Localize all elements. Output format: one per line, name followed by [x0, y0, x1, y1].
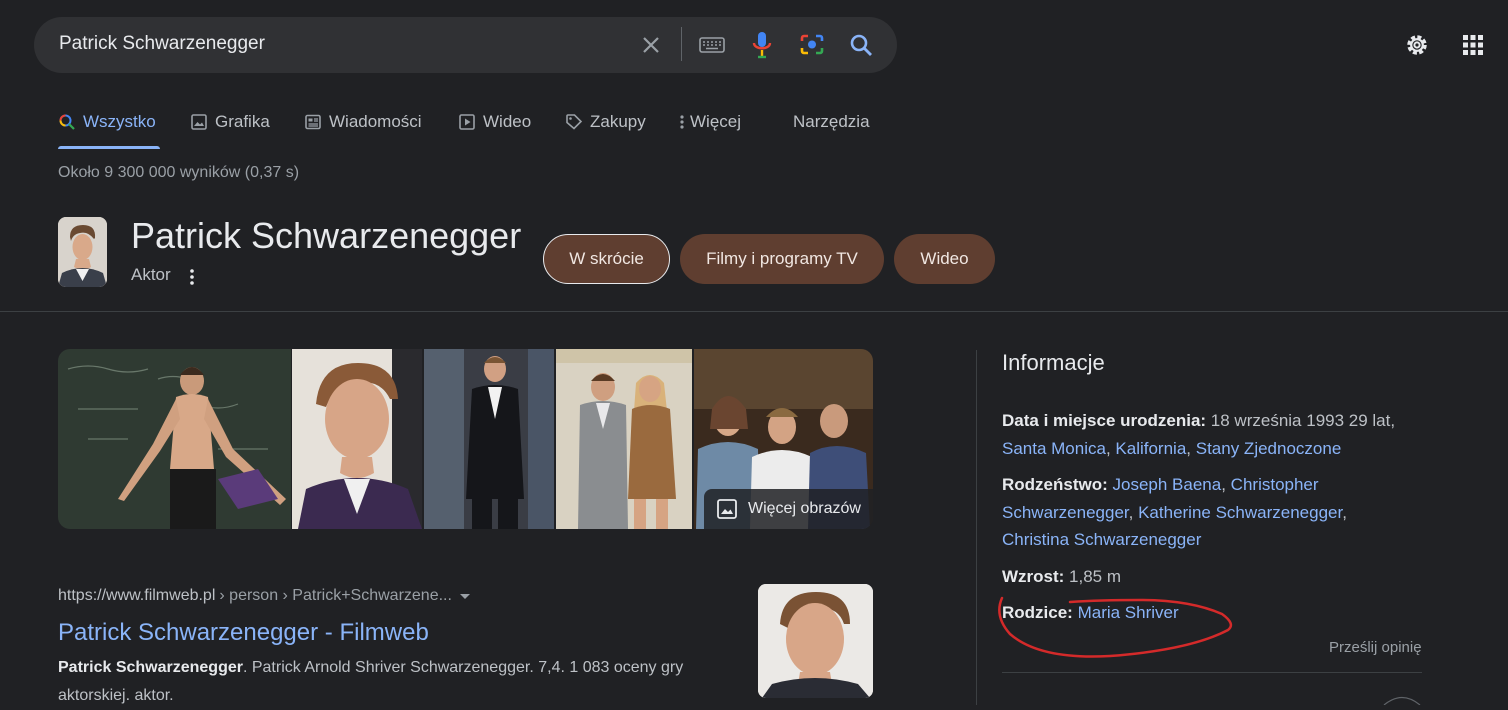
active-tab-indicator	[58, 146, 160, 149]
send-feedback-link[interactable]: Prześlij opinię	[1329, 639, 1422, 656]
sibling-link[interactable]: Christina Schwarzenegger	[1002, 530, 1201, 549]
image-thumb-4	[556, 349, 692, 529]
tab-label: Więcej	[690, 112, 742, 131]
entity-title: Patrick Schwarzenegger	[131, 215, 522, 256]
mic-icon[interactable]	[748, 31, 776, 59]
panel-bottom-divider	[1002, 672, 1422, 673]
result-title-link[interactable]: Patrick Schwarzenegger - Filmweb	[58, 619, 429, 647]
image-thumb-3	[424, 349, 554, 529]
image-thumb-2	[292, 349, 422, 529]
more-images-button[interactable]: Więcej obrazów	[704, 489, 873, 529]
more-options-icon[interactable]	[185, 266, 199, 288]
apps-grid-icon[interactable]	[1459, 31, 1487, 59]
birth-date: 18 września 1993 29 lat,	[1206, 411, 1396, 430]
birth-info: Data i miejsce urodzenia: 18 września 19…	[1002, 411, 1396, 458]
sibling-link[interactable]: Joseph Baena	[1113, 475, 1222, 494]
camera-lens-icon[interactable]	[798, 31, 826, 59]
tab-label: Zakupy	[590, 112, 646, 131]
tab-grafika[interactable]: Grafika	[190, 110, 270, 134]
birth-place-link-2[interactable]: Kalifornia	[1115, 439, 1186, 458]
entity-type: Aktor	[131, 265, 171, 284]
tab-wiecej[interactable]: Więcej	[678, 110, 741, 134]
siblings-info: Rodzeństwo: Joseph Baena, Christopher Sc…	[1002, 475, 1347, 549]
result-url-path: › person › Patrick+Schwarzene...	[219, 587, 452, 604]
height-label: Wzrost:	[1002, 567, 1065, 586]
result-url-domain: https://www.filmweb.pl	[58, 587, 216, 604]
birth-place-link-3[interactable]: Stany Zjednoczone	[1196, 439, 1342, 458]
more-vert-icon	[680, 115, 684, 129]
tab-wiadomosci[interactable]: Wiadomości	[304, 110, 422, 134]
panel-divider	[976, 350, 977, 705]
tab-narzedzia[interactable]: Narzędzia	[793, 110, 870, 134]
chip-wideo[interactable]: Wideo	[894, 234, 995, 284]
tab-zakupy[interactable]: Zakupy	[565, 110, 646, 134]
result-snippet: Patrick Schwarzenegger. Patrick Arnold S…	[58, 654, 748, 710]
result-url[interactable]: https://www.filmweb.pl › person › Patric…	[58, 587, 474, 605]
chip-w-skrocie[interactable]: W skrócie	[543, 234, 670, 284]
news-icon	[305, 114, 321, 130]
height-info: Wzrost: 1,85 m	[1002, 563, 1432, 591]
search-icon	[59, 114, 75, 130]
image-icon	[717, 499, 737, 519]
chip-filmy-i-programy-tv[interactable]: Filmy i programy TV	[680, 234, 884, 284]
result-stats: Około 9 300 000 wyników (0,37 s)	[58, 164, 300, 181]
search-bar[interactable]: Patrick Schwarzenegger	[34, 17, 897, 73]
image-icon	[191, 114, 207, 130]
birth-place-link-1[interactable]: Santa Monica	[1002, 439, 1106, 458]
tab-label: Grafika	[215, 112, 270, 131]
tab-label: Narzędzia	[793, 112, 870, 131]
caret-down-icon[interactable]	[456, 589, 474, 603]
expand-button[interactable]	[1382, 696, 1422, 705]
entity-thumbnail[interactable]	[58, 217, 107, 287]
result-thumbnail[interactable]	[758, 584, 873, 698]
more-images-label: Więcej obrazów	[748, 500, 861, 517]
tab-wszystko[interactable]: Wszystko	[58, 110, 156, 134]
height-value: 1,85 m	[1064, 567, 1122, 586]
sibling-link[interactable]: Katherine Schwarzenegger	[1138, 503, 1342, 522]
tag-icon	[566, 114, 583, 130]
search-icon[interactable]	[847, 31, 875, 59]
tab-wideo[interactable]: Wideo	[458, 110, 531, 134]
image-thumb-1	[58, 349, 291, 529]
keyboard-icon[interactable]	[698, 31, 726, 59]
gear-icon[interactable]	[1403, 31, 1431, 59]
close-icon[interactable]	[637, 31, 665, 59]
search-divider	[681, 27, 682, 61]
siblings-label: Rodzeństwo:	[1002, 475, 1108, 494]
birth-label: Data i miejsce urodzenia:	[1002, 411, 1207, 430]
red-annotation-ellipse	[998, 596, 1233, 658]
tab-label: Wszystko	[83, 112, 156, 131]
header-divider	[0, 311, 1508, 312]
search-input[interactable]: Patrick Schwarzenegger	[59, 33, 265, 55]
play-icon	[459, 114, 475, 130]
tab-label: Wideo	[483, 112, 532, 131]
tab-label: Wiadomości	[329, 112, 422, 131]
snippet-bold: Patrick Schwarzenegger	[58, 659, 243, 676]
knowledge-panel-title: Informacje	[1002, 350, 1105, 375]
